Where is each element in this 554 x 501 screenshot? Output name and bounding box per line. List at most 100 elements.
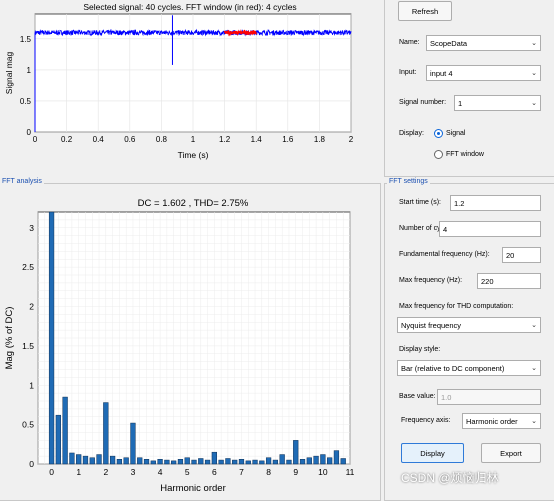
fft-bar — [279, 454, 285, 465]
y-tick-label: 1.5 — [20, 35, 32, 44]
x-tick-label: 3 — [131, 467, 136, 477]
fft-bar — [103, 402, 109, 465]
fft-bar — [55, 414, 61, 465]
chevron-down-icon: ⌄ — [531, 418, 537, 425]
fft-bar — [150, 460, 156, 465]
name-dropdown[interactable]: ScopeData ⌄ — [426, 35, 541, 51]
fft-bar — [137, 457, 143, 465]
freq-axis-dropdown[interactable]: Harmonic order ⌄ — [462, 413, 541, 429]
signal-number-dropdown[interactable]: 1 ⌄ — [454, 95, 541, 111]
watermark: CSDN @烦恼归林 — [401, 471, 499, 485]
fft-bar — [177, 459, 184, 465]
fft-bar — [306, 457, 312, 465]
fft-bar — [218, 459, 224, 465]
x-tick-label: 2 — [349, 135, 354, 144]
y-tick-label: 0.5 — [20, 97, 32, 106]
fft-bar — [157, 459, 163, 465]
fft-plot: DC = 1.602 , THD= 2.75% 0 1 2 3 4 5 6 7 8 9 10 11 0… — [4, 198, 355, 494]
export-button[interactable]: Export — [481, 443, 541, 463]
x-tick-label: 0.6 — [124, 135, 136, 144]
fft-bar — [82, 455, 89, 465]
x-tick-label: 0.8 — [156, 135, 168, 144]
chevron-down-icon: ⌄ — [531, 40, 537, 47]
display-button[interactable]: Display — [401, 443, 464, 463]
fft-bar — [232, 459, 238, 465]
chevron-down-icon: ⌄ — [531, 70, 537, 77]
base-value-label: Base value: — [399, 393, 436, 400]
x-tick-label: 6 — [212, 467, 217, 477]
display-style-value: Bar (relative to DC component) — [401, 364, 505, 373]
fft-x-ticks: 0 1 2 3 4 5 6 7 8 9 10 11 — [49, 467, 354, 477]
fft-bar — [333, 450, 340, 465]
x-tick-label: 1.4 — [251, 135, 263, 144]
fft-bar — [48, 211, 55, 465]
cycles-input[interactable]: 4 — [439, 221, 541, 237]
fft-bar — [320, 454, 326, 465]
refresh-button[interactable]: Refresh — [398, 1, 452, 21]
x-tick-label: 0.4 — [93, 135, 105, 144]
y-tick-label: 0 — [27, 128, 32, 137]
fft-analysis-title: FFT analysis — [0, 178, 44, 185]
thd-dropdown[interactable]: Nyquist frequency ⌄ — [397, 317, 541, 333]
chevron-down-icon: ⌄ — [531, 322, 537, 329]
signal-number-label: Signal number: — [399, 99, 447, 106]
y-tick-label: 2 — [29, 302, 34, 312]
freq-axis-label: Frequency axis: — [401, 417, 451, 424]
x-tick-label: 7 — [239, 467, 244, 477]
fft-bar — [62, 396, 68, 465]
signal-x-ticks: 0 0.2 0.4 0.6 0.8 1 1.2 1.4 1.6 1.8 2 — [33, 135, 354, 144]
signal-y-ticks: 0 0.5 1 1.5 — [20, 35, 32, 137]
display-fft-window-radio[interactable] — [434, 150, 443, 159]
fft-bar — [191, 459, 197, 465]
x-tick-label: 0.2 — [61, 135, 73, 144]
x-tick-label: 1.8 — [314, 135, 326, 144]
fft-bar — [293, 440, 299, 465]
x-tick-label: 5 — [185, 467, 190, 477]
fft-bar — [204, 459, 211, 465]
fft-bar — [211, 451, 217, 465]
fft-xlabel: Harmonic order — [160, 483, 225, 494]
x-tick-label: 1 — [191, 135, 196, 144]
display-fft-window-label: FFT window — [446, 151, 484, 158]
fft-plot-title: DC = 1.602 , THD= 2.75% — [138, 198, 249, 209]
signal-xlabel: Time (s) — [178, 150, 209, 160]
input-dropdown[interactable]: input 4 ⌄ — [426, 65, 541, 81]
fft-bar — [123, 457, 129, 465]
display-label: Display: — [399, 130, 424, 137]
start-time-input[interactable]: 1.2 — [450, 195, 541, 211]
display-signal-radio[interactable] — [434, 129, 443, 138]
x-tick-label: 0 — [49, 467, 54, 477]
fft-bar — [252, 459, 258, 465]
fft-bar — [340, 458, 346, 465]
input-label: Input: — [399, 69, 417, 76]
chevron-down-icon: ⌄ — [531, 100, 537, 107]
fft-ylabel: Mag (% of DC) — [4, 307, 15, 370]
display-style-dropdown[interactable]: Bar (relative to DC component) ⌄ — [397, 360, 541, 376]
y-tick-label: 1 — [29, 380, 34, 390]
fft-bar — [116, 459, 123, 465]
max-freq-input[interactable]: 220 — [477, 273, 541, 289]
fft-bar — [272, 459, 279, 465]
y-tick-label: 0 — [29, 459, 34, 469]
fund-freq-input[interactable]: 20 — [502, 247, 541, 263]
fft-bar — [164, 459, 170, 465]
x-tick-label: 8 — [266, 467, 271, 477]
fft-y-ticks: 0 0.5 1 1.5 2 2.5 3 — [22, 223, 34, 469]
signal-plot: Selected signal: 40 cycles. FFT window (… — [4, 2, 354, 160]
fft-bar — [130, 422, 136, 465]
chevron-down-icon: ⌄ — [531, 365, 537, 372]
fft-settings-title: FFT settings — [387, 178, 430, 185]
max-freq-label: Max frequency (Hz): — [399, 277, 463, 284]
x-tick-label: 0 — [33, 135, 38, 144]
fft-bar — [76, 454, 82, 465]
x-tick-label: 1.2 — [219, 135, 231, 144]
name-label: Name: — [399, 39, 420, 46]
x-tick-label: 4 — [158, 467, 163, 477]
name-value: ScopeData — [430, 39, 468, 48]
base-value-input[interactable]: 1.0 — [437, 389, 541, 405]
x-tick-label: 11 — [346, 467, 355, 477]
fft-bar — [238, 459, 245, 465]
x-tick-label: 9 — [293, 467, 298, 477]
x-tick-label: 10 — [318, 467, 328, 477]
x-tick-label: 1.6 — [282, 135, 294, 144]
